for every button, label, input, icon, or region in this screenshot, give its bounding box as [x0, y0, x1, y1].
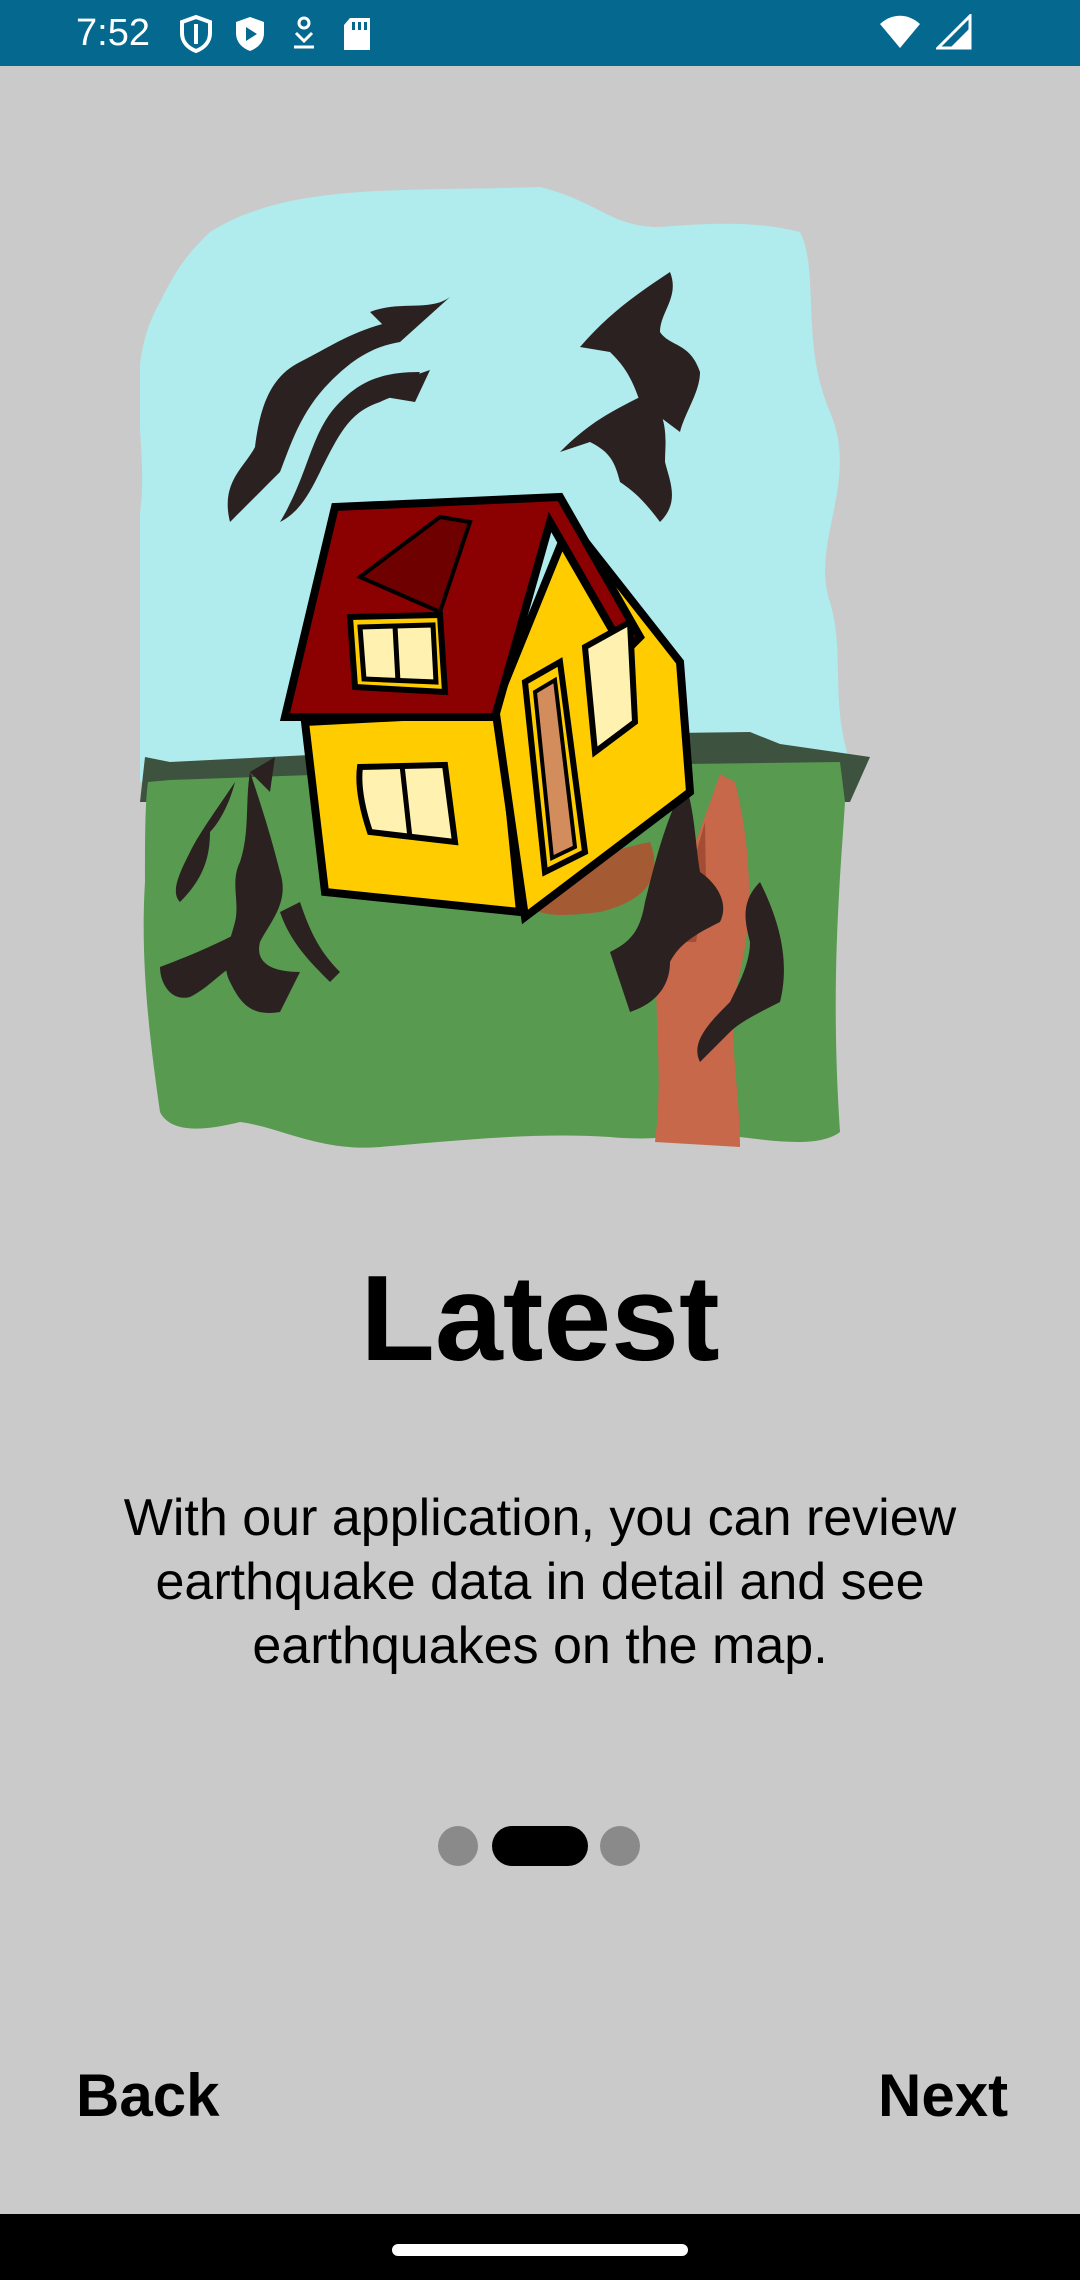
next-button[interactable]: Next	[878, 2060, 1008, 2132]
shield-icon	[178, 14, 214, 54]
page-indicator	[0, 1826, 1080, 1868]
back-button[interactable]: Back	[76, 2060, 219, 2132]
status-icons-left	[178, 14, 376, 54]
page-dot-1	[438, 1826, 478, 1866]
page-dot-3	[600, 1826, 640, 1866]
status-bar: 7:52	[0, 0, 1080, 66]
download-icon	[286, 15, 322, 53]
signal-icon	[934, 12, 972, 52]
status-time: 7:52	[76, 12, 150, 54]
page-description: With our application, you can review ear…	[123, 1489, 957, 1675]
play-shield-icon	[232, 15, 268, 53]
wifi-icon	[878, 14, 922, 52]
status-icons-right	[878, 12, 972, 52]
home-gesture-handle[interactable]	[392, 2244, 688, 2256]
page-title: Latest	[360, 1250, 720, 1386]
sd-card-icon	[340, 15, 376, 53]
earthquake-house-icon	[135, 182, 940, 1162]
onboarding-screen: 7:52 Latest With our application, you ca…	[0, 0, 1080, 2280]
page-dot-2-active	[492, 1826, 588, 1866]
